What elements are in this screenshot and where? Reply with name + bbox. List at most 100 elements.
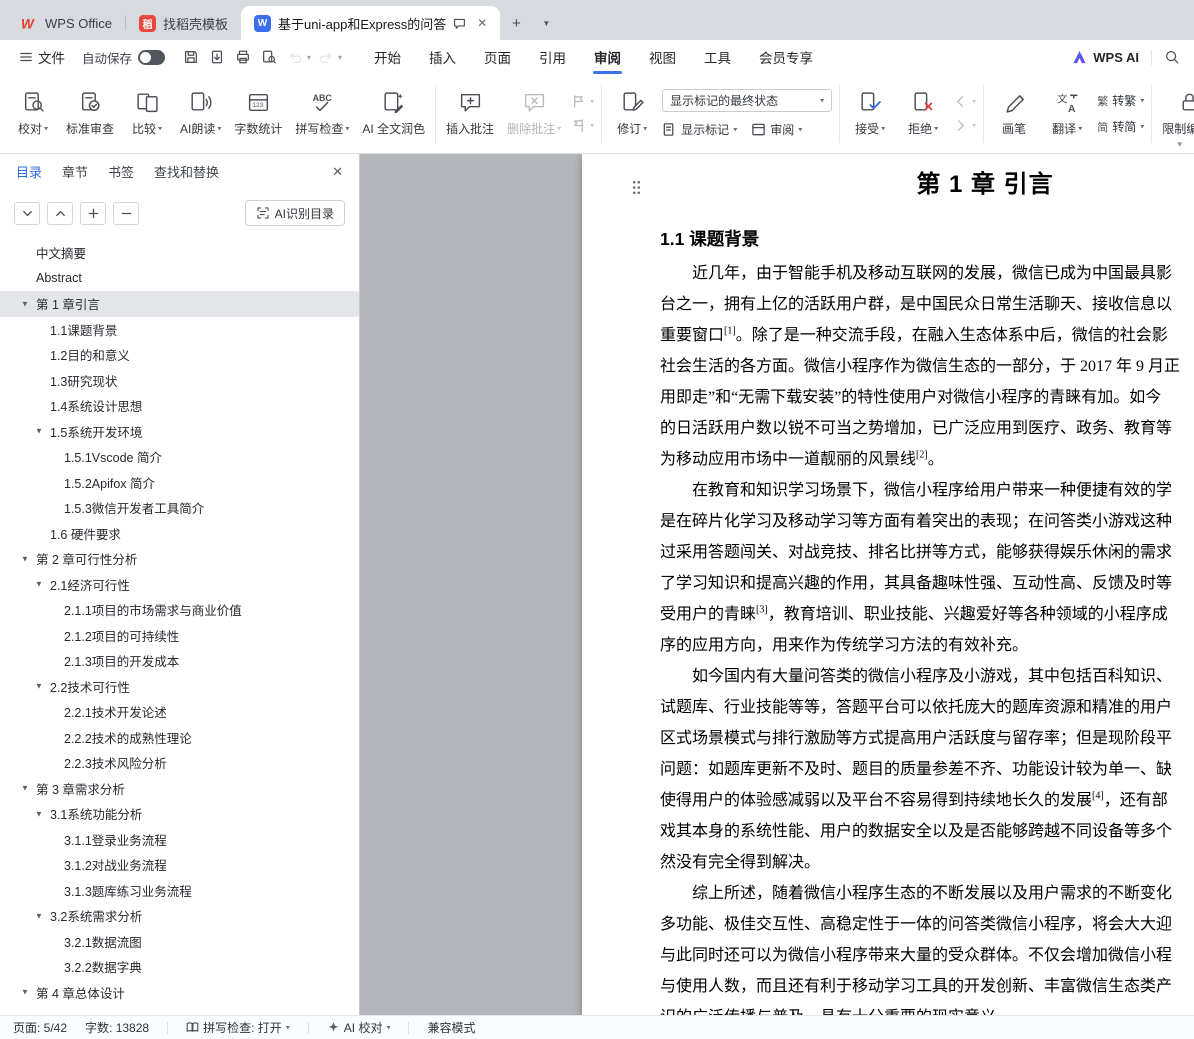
expand-collapse-icon[interactable]: ▼: [35, 427, 43, 436]
toc-item[interactable]: 1.5.2Apifox 简介: [0, 470, 359, 496]
tab-review[interactable]: 审阅: [580, 40, 635, 74]
tab-home[interactable]: 开始: [360, 40, 415, 74]
restrict-edit-button[interactable]: 限制编辑▾: [1159, 87, 1194, 140]
document-canvas[interactable]: 第 1 章 引言 1.1 课题背景 近几年，由于智能手机及移动互联网的发展，微信…: [360, 154, 1194, 1015]
prev-change-button[interactable]: ▾: [953, 94, 976, 109]
toc-item[interactable]: ▼ 第 2 章可行性分析: [0, 546, 359, 572]
toc-item[interactable]: ▼ 第 3 章需求分析: [0, 776, 359, 802]
next-comment-button[interactable]: ▾: [571, 118, 594, 133]
accept-button[interactable]: 接受 ▾: [847, 87, 893, 140]
drag-handle-icon[interactable]: [632, 180, 641, 200]
toc-item[interactable]: 2.2.1技术开发论述: [0, 699, 359, 725]
collapse-item-button[interactable]: [14, 201, 40, 225]
tab-reference[interactable]: 引用: [525, 40, 580, 74]
toc-item[interactable]: 2.1.1项目的市场需求与商业价值: [0, 597, 359, 623]
spell-check-button[interactable]: ABC 拼写检查 ▾: [292, 87, 352, 140]
expand-collapse-icon[interactable]: ▼: [35, 682, 43, 691]
toc-item[interactable]: 1.4系统设计思想: [0, 393, 359, 419]
expand-collapse-icon[interactable]: ▼: [35, 580, 43, 589]
tab-toc[interactable]: 目录: [16, 162, 42, 181]
toc-item[interactable]: ▼ 3.1系统功能分析: [0, 801, 359, 827]
translate-button[interactable]: 文A 翻译 ▾: [1044, 87, 1090, 140]
expand-collapse-icon[interactable]: ▼: [21, 554, 29, 563]
toc-item[interactable]: 1.1课题背景: [0, 317, 359, 343]
toc-item[interactable]: 1.2目的和意义: [0, 342, 359, 368]
toc-item[interactable]: 3.1.2对战业务流程: [0, 852, 359, 878]
autosave-toggle[interactable]: [138, 49, 166, 65]
tab-docer-template[interactable]: 稻 找稻壳模板: [126, 6, 241, 40]
toc-item[interactable]: 1.3研究现状: [0, 368, 359, 394]
export-button[interactable]: [205, 46, 228, 69]
toc-item[interactable]: 3.1.1登录业务流程: [0, 827, 359, 853]
toc-item[interactable]: ▼ 2.1经济可行性: [0, 572, 359, 598]
search-icon[interactable]: [1164, 49, 1180, 65]
brush-button[interactable]: 画笔: [991, 87, 1037, 140]
toc-item[interactable]: 2.1.3项目的开发成本: [0, 648, 359, 674]
toc-item[interactable]: 1.5.1Vscode 简介: [0, 444, 359, 470]
toc-item[interactable]: 2.2.2技术的成熟性理论: [0, 725, 359, 751]
tab-tools[interactable]: 工具: [690, 40, 745, 74]
word-count-indicator[interactable]: 字数: 13828: [85, 1019, 149, 1036]
to-traditional-button[interactable]: 繁转繁 ▾: [1097, 92, 1144, 109]
document-page[interactable]: 第 1 章 引言 1.1 课题背景 近几年，由于智能手机及移动互联网的发展，微信…: [582, 154, 1194, 1015]
toc-item[interactable]: 1.6 硬件要求: [0, 521, 359, 547]
toc-item[interactable]: 3.2.2数据字典: [0, 954, 359, 980]
expand-collapse-icon[interactable]: ▼: [21, 784, 29, 793]
expand-all-button[interactable]: [80, 201, 106, 225]
expand-collapse-icon[interactable]: ▼: [35, 809, 43, 818]
toc-item[interactable]: 2.2.3技术风险分析: [0, 750, 359, 776]
tab-bookmarks[interactable]: 书签: [108, 162, 134, 181]
prev-comment-button[interactable]: ▾: [571, 94, 594, 109]
toc-item[interactable]: ▼ 2.2技术可行性: [0, 674, 359, 700]
insert-comment-button[interactable]: 插入批注: [443, 87, 497, 140]
tab-chapters[interactable]: 章节: [62, 162, 88, 181]
toc-item[interactable]: 2.1.2项目的可持续性: [0, 623, 359, 649]
redo-chevron-icon[interactable]: ▾: [338, 53, 342, 62]
wps-ai-button[interactable]: WPS AI: [1072, 50, 1139, 65]
tab-view[interactable]: 视图: [635, 40, 690, 74]
save-button[interactable]: [179, 46, 202, 69]
tab-wps-home[interactable]: W WPS Office: [8, 6, 125, 40]
ribbon-collapse-icon[interactable]: ▾: [1177, 139, 1182, 150]
proofread-button[interactable]: 校对 ▾: [10, 87, 56, 140]
markup-state-select[interactable]: 显示标记的最终状态 ▾: [662, 89, 833, 112]
expand-item-button[interactable]: [47, 201, 73, 225]
toc-item[interactable]: 中文摘要: [0, 240, 359, 266]
new-tab-button[interactable]: +: [503, 10, 529, 36]
undo-button[interactable]: [283, 46, 306, 69]
ai-polish-button[interactable]: AI 全文润色: [359, 87, 428, 140]
tab-list-chevron-icon[interactable]: ▾: [533, 10, 559, 36]
undo-chevron-icon[interactable]: ▾: [307, 53, 311, 62]
close-tab-icon[interactable]: ✕: [477, 16, 487, 30]
tab-member[interactable]: 会员专享: [745, 40, 827, 74]
expand-collapse-icon[interactable]: ▼: [35, 911, 43, 920]
track-changes-button[interactable]: 修订 ▾: [609, 87, 655, 140]
toc-item[interactable]: ▼ 3.2系统需求分析: [0, 903, 359, 929]
toc-item[interactable]: ▼ 第 4 章总体设计: [0, 980, 359, 1006]
standard-review-button[interactable]: 标准审查: [63, 87, 117, 140]
toc-item[interactable]: 1.5.3微信开发者工具简介: [0, 495, 359, 521]
spellcheck-status[interactable]: 拼写检查: 打开 ▾: [186, 1019, 290, 1036]
expand-collapse-icon[interactable]: ▼: [21, 988, 29, 997]
tab-page[interactable]: 页面: [470, 40, 525, 74]
compare-button[interactable]: 比较 ▾: [124, 87, 170, 140]
close-sidebar-icon[interactable]: ✕: [332, 164, 343, 180]
redo-button[interactable]: [314, 46, 337, 69]
tab-insert[interactable]: 插入: [415, 40, 470, 74]
tab-document[interactable]: W 基于uni-app和Express的问答 ✕: [240, 6, 501, 40]
ai-proofread-status[interactable]: AI 校对 ▾: [327, 1019, 390, 1036]
ai-recognize-toc-button[interactable]: AI识别目录: [244, 200, 345, 226]
toc-item[interactable]: 3.2.1数据流图: [0, 929, 359, 955]
expand-collapse-icon[interactable]: ▼: [21, 299, 29, 308]
toc-item[interactable]: ▼ 第 1 章引言: [0, 291, 359, 317]
reject-button[interactable]: 拒绝 ▾: [900, 87, 946, 140]
next-change-button[interactable]: ▾: [953, 118, 976, 133]
toc-item[interactable]: Abstract: [0, 266, 359, 292]
compatibility-mode[interactable]: 兼容模式: [427, 1019, 475, 1036]
tab-find-replace[interactable]: 查找和替换: [154, 162, 219, 181]
page-indicator[interactable]: 页面: 5/42: [13, 1019, 67, 1036]
review-panel-button[interactable]: 审阅 ▾: [751, 121, 802, 138]
show-markup-button[interactable]: 显示标记 ▾: [662, 121, 737, 138]
print-button[interactable]: [231, 46, 254, 69]
toc-item[interactable]: 3.1.3题库练习业务流程: [0, 878, 359, 904]
